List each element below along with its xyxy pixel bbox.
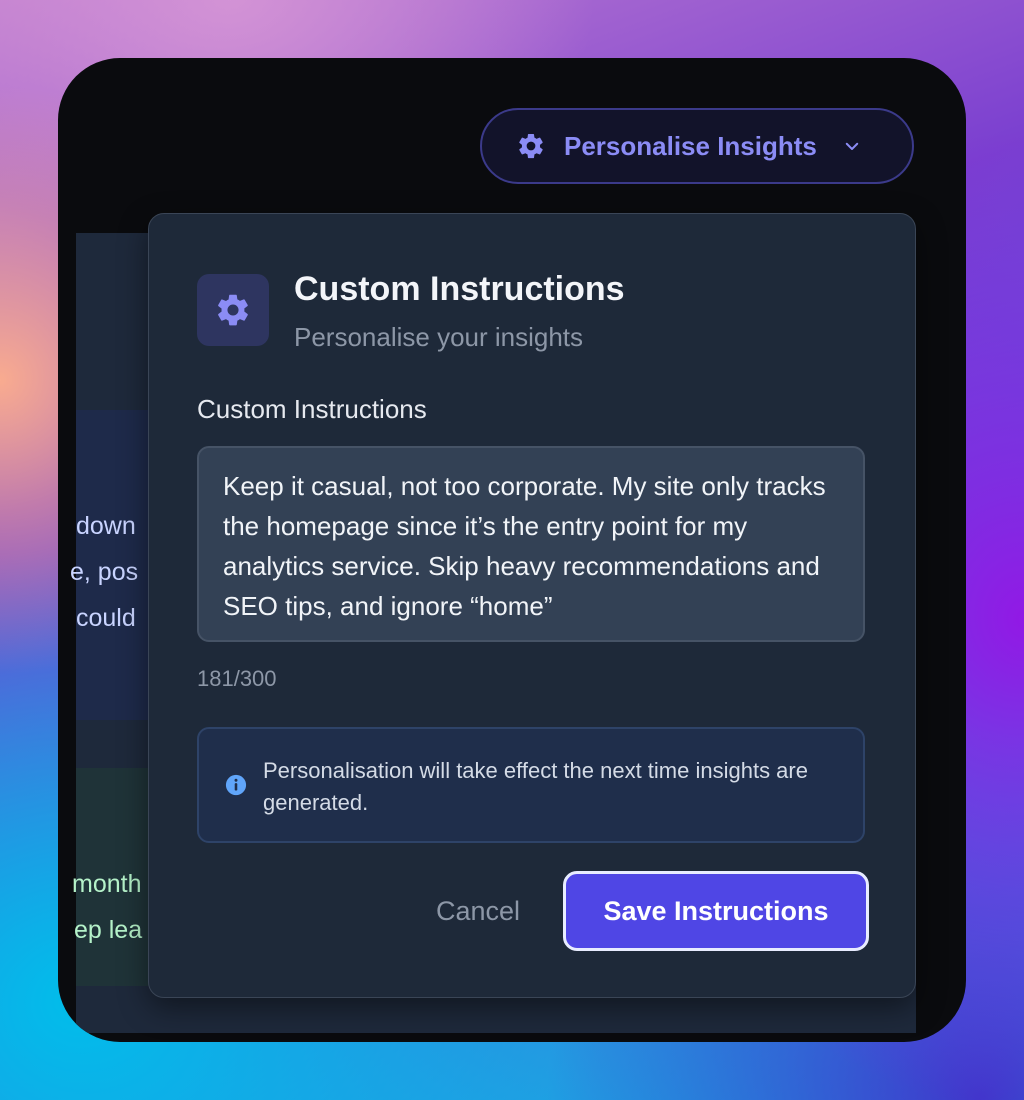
- custom-instructions-modal: Custom Instructions Personalise your ins…: [148, 213, 916, 998]
- info-icon: [225, 774, 247, 796]
- background-text: month: [72, 870, 142, 898]
- gear-icon: [519, 133, 543, 159]
- background-text: down: [76, 512, 136, 540]
- modal-subtitle: Personalise your insights: [294, 322, 584, 352]
- personalise-insights-button[interactable]: Personalise Insights: [480, 108, 914, 184]
- personalise-insights-label: Personalise Insights: [564, 130, 817, 161]
- background-text: ep lea: [74, 916, 143, 944]
- character-count: 181/300: [197, 666, 277, 691]
- cancel-button[interactable]: Cancel: [413, 874, 543, 948]
- gear-icon: [218, 294, 248, 326]
- info-text: Personalisation will take effect the nex…: [263, 758, 808, 815]
- chevron-down-icon: [845, 142, 859, 150]
- custom-instructions-label: Custom Instructions: [197, 394, 427, 424]
- modal-title: Custom Instructions: [294, 270, 625, 308]
- modal-icon-tile: [197, 274, 269, 346]
- app-window: down e, pos could month ep lea Personali…: [58, 58, 966, 1042]
- background-text: could: [76, 604, 136, 632]
- background-text: e, pos: [70, 558, 139, 586]
- save-instructions-button[interactable]: Save Instructions: [563, 871, 869, 951]
- info-notice: Personalisation will take effect the nex…: [197, 727, 865, 843]
- custom-instructions-textarea[interactable]: [197, 446, 865, 642]
